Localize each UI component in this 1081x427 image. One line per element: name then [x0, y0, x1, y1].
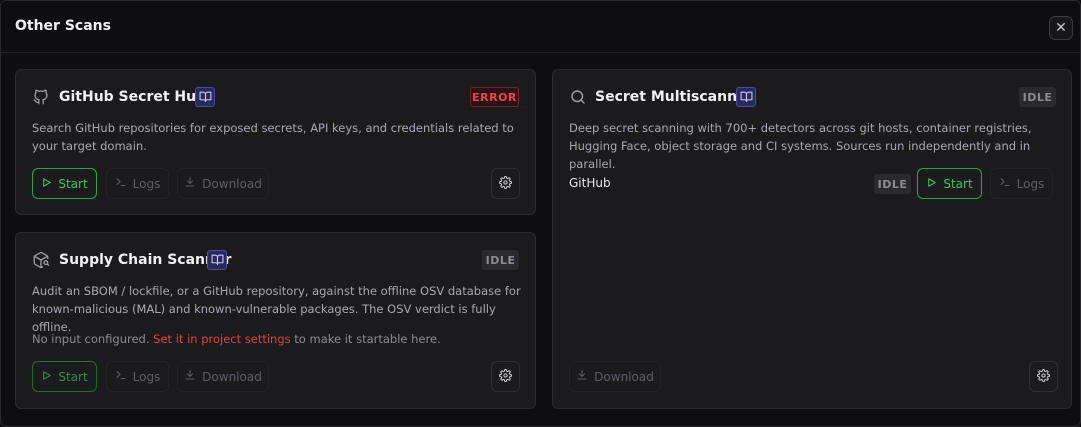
card-supply-chain-scanner: Supply Chain Scanner IDLE Audit an SBOM …	[15, 232, 536, 409]
terminal-icon	[115, 176, 127, 191]
play-icon	[41, 177, 52, 191]
download-label: Download	[202, 369, 262, 384]
book-icon	[211, 251, 224, 270]
source-status-badge: IDLE	[874, 174, 911, 194]
settings-button[interactable]	[1029, 361, 1058, 392]
config-note: No input configured. Set it in project s…	[32, 332, 441, 346]
docs-button[interactable]	[195, 87, 215, 107]
logs-button[interactable]: Logs	[106, 361, 169, 392]
download-button[interactable]: Download	[177, 361, 269, 392]
status-badge: IDLE	[482, 250, 519, 270]
card-title: GitHub Secret Hunt	[59, 89, 213, 105]
card-title: Secret Multiscanner	[595, 89, 754, 105]
search-icon	[568, 87, 588, 107]
logs-label: Logs	[132, 176, 161, 191]
logs-button[interactable]: Logs	[106, 168, 169, 199]
card-description: Audit an SBOM / lockfile, or a GitHub re…	[32, 284, 521, 334]
download-icon	[184, 369, 196, 384]
card-description: Deep secret scanning with 700+ detectors…	[569, 121, 1032, 171]
book-icon	[199, 88, 212, 107]
start-button[interactable]: Start	[32, 361, 97, 392]
download-icon	[184, 176, 196, 191]
start-button[interactable]: Start	[32, 168, 97, 199]
card-github-secret-hunt: GitHub Secret Hunt ERROR Search GitHub r…	[15, 69, 536, 215]
status-badge: IDLE	[1019, 87, 1056, 107]
note-suffix: to make it startable here.	[294, 332, 441, 346]
other-scans-modal: Other Scans ✕ GitHub Secret Hunt ERROR S…	[0, 0, 1081, 427]
gear-icon	[499, 367, 512, 386]
download-label: Download	[202, 176, 262, 191]
logs-label: Logs	[1016, 176, 1045, 191]
close-icon: ✕	[1055, 20, 1067, 36]
note-prefix: No input configured.	[32, 332, 150, 346]
terminal-icon	[115, 369, 127, 384]
book-icon	[740, 88, 753, 107]
download-button[interactable]: Download	[569, 361, 661, 392]
source-name: GitHub	[569, 176, 611, 190]
docs-button[interactable]	[207, 250, 227, 270]
start-label: Start	[58, 176, 88, 191]
start-label: Start	[58, 369, 88, 384]
source-start-button[interactable]: Start	[917, 168, 982, 199]
settings-button[interactable]	[491, 168, 520, 199]
download-icon	[576, 369, 588, 384]
github-icon	[31, 87, 51, 107]
card-description: Search GitHub repositories for exposed s…	[32, 121, 514, 153]
download-button[interactable]: Download	[177, 168, 269, 199]
project-settings-link[interactable]: Set it in project settings	[153, 332, 290, 346]
settings-button[interactable]	[491, 361, 520, 392]
download-label: Download	[594, 369, 654, 384]
start-label: Start	[943, 176, 973, 191]
card-secret-multiscanner: Secret Multiscanner IDLE Deep secret sca…	[552, 69, 1072, 409]
modal-title: Other Scans	[15, 18, 111, 34]
status-badge: ERROR	[470, 87, 519, 107]
logs-label: Logs	[132, 369, 161, 384]
package-search-icon	[31, 250, 51, 270]
docs-button[interactable]	[736, 87, 756, 107]
source-logs-button[interactable]: Logs	[990, 168, 1053, 199]
terminal-icon	[999, 176, 1011, 191]
gear-icon	[499, 174, 512, 193]
card-title: Supply Chain Scanner	[59, 252, 232, 268]
close-button[interactable]: ✕	[1049, 16, 1073, 40]
modal-header: Other Scans ✕	[1, 1, 1080, 53]
gear-icon	[1037, 367, 1050, 386]
play-icon	[41, 370, 52, 384]
play-icon	[926, 177, 937, 191]
